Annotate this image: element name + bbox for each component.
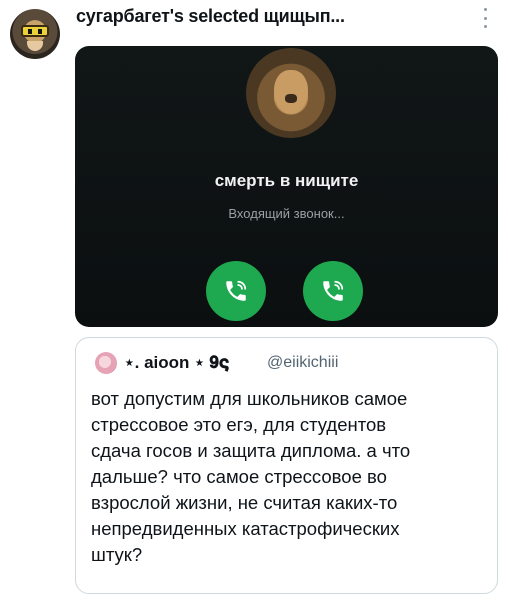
author-name[interactable]: сугарбагет's selected щищып... [76, 6, 345, 27]
answer-call-button[interactable] [206, 261, 266, 321]
quoted-tweet-text: вот допустим для школьников самое стресс… [91, 388, 411, 565]
more-icon[interactable] [482, 8, 488, 28]
answer-call-button-2[interactable] [303, 261, 363, 321]
quoted-author-avatar[interactable] [95, 352, 117, 374]
quoted-author-name[interactable]: ⋆. aioon ⋆ 𝟗𝛓 [124, 353, 229, 373]
phone-icon [226, 280, 247, 301]
tweet-media-image[interactable]: смерть в нищите Входящий звонок... [75, 46, 498, 327]
call-status: Входящий звонок... [228, 206, 345, 221]
caller-photo [246, 48, 336, 138]
author-avatar[interactable] [10, 9, 60, 59]
caller-name: смерть в нищите [214, 171, 359, 190]
avatar-mask [21, 25, 49, 37]
quoted-tweet[interactable]: ⋆. aioon ⋆ 𝟗𝛓 @eiikichiii вот допустим д… [75, 337, 498, 594]
quoted-author-handle[interactable]: @eiikichiii [267, 354, 338, 372]
phone-icon [323, 280, 344, 301]
